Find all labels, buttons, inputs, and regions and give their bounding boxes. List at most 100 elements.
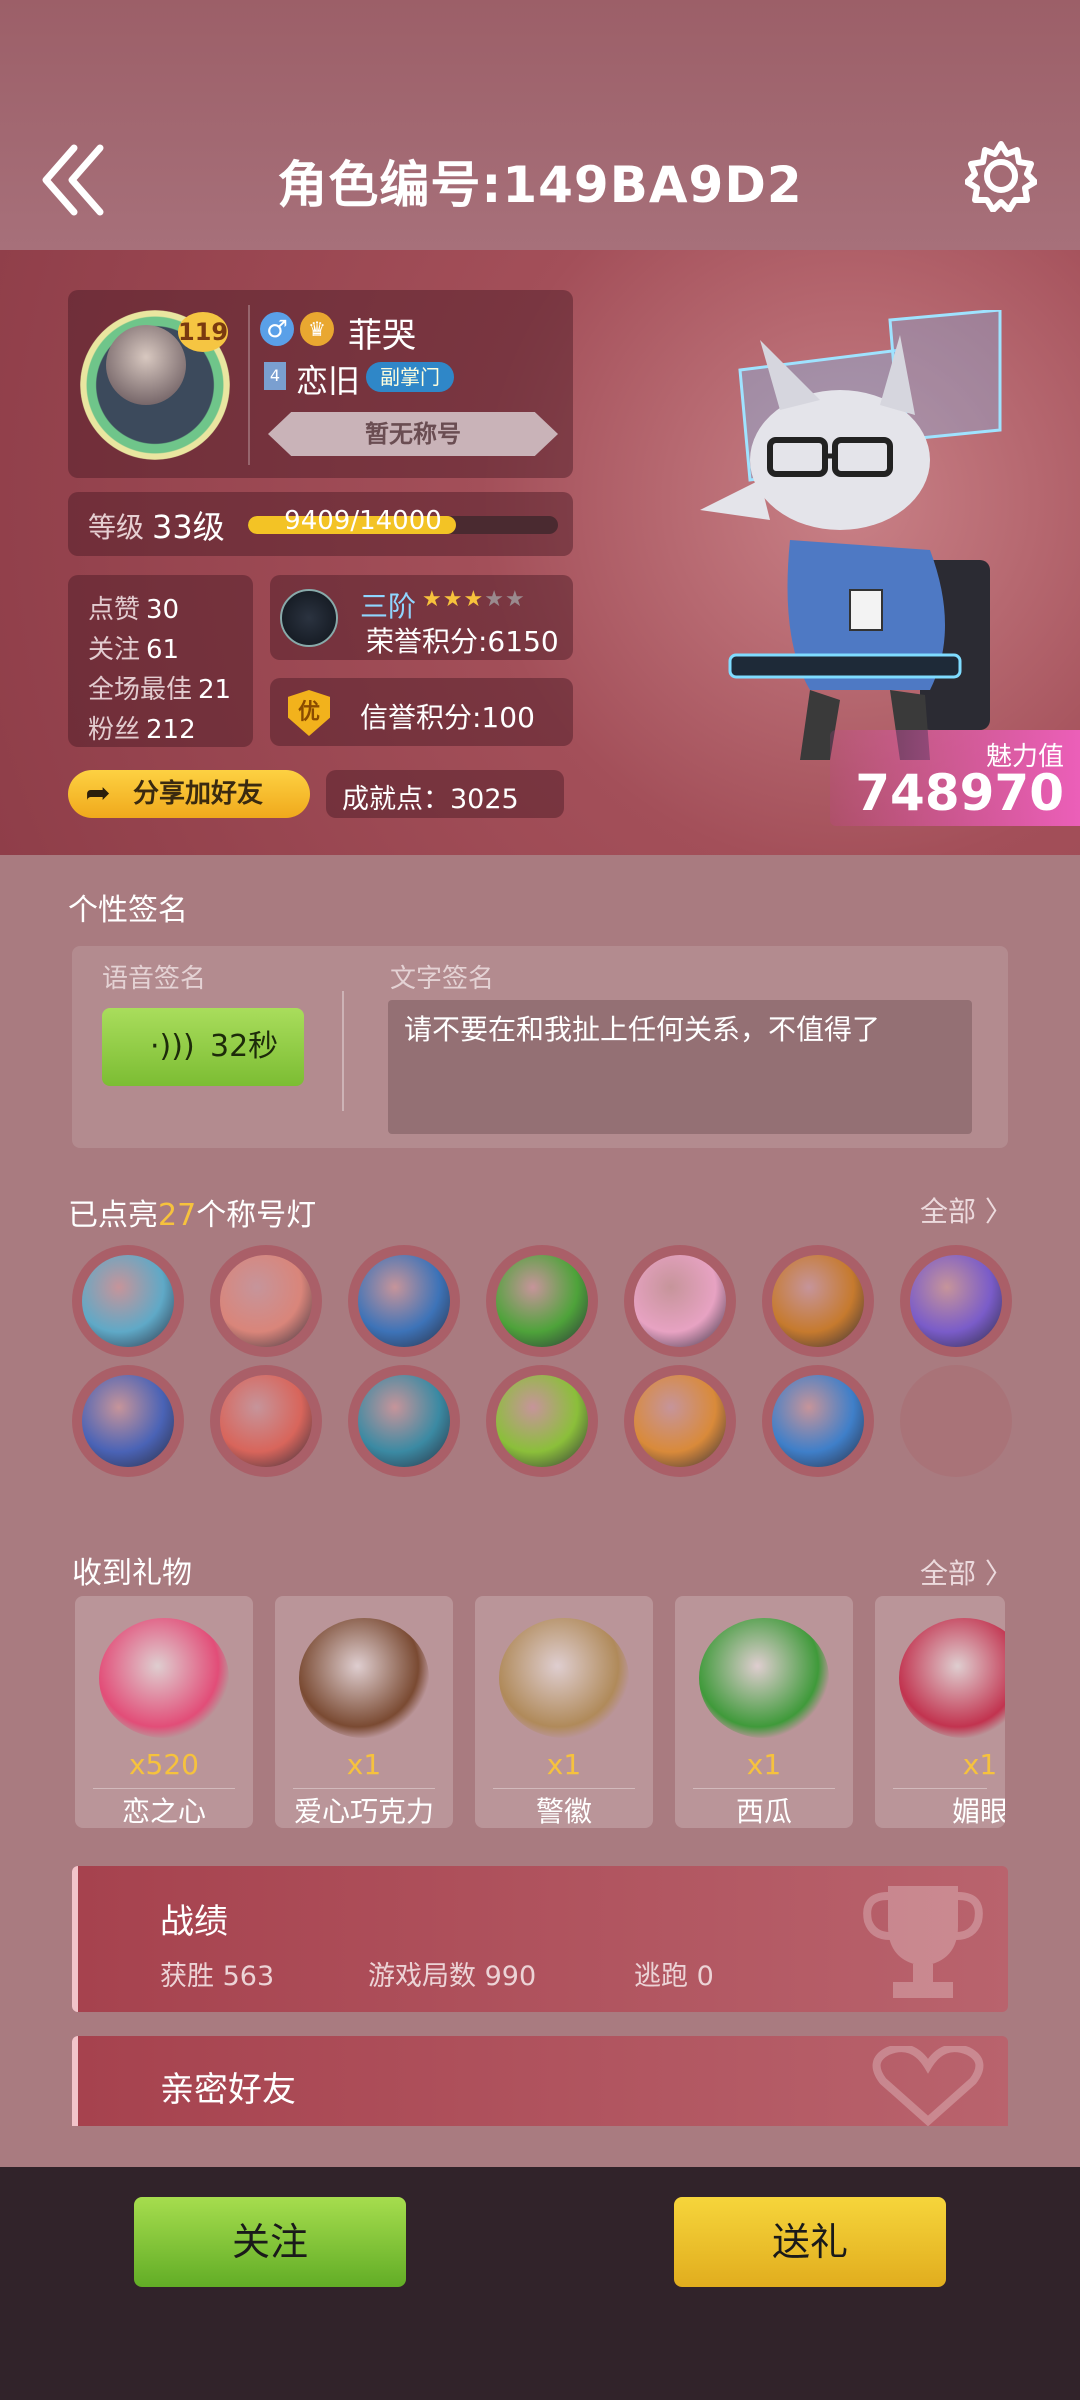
gift-count: x1 bbox=[962, 1748, 998, 1781]
bow-icon bbox=[82, 1255, 174, 1347]
title-lamp[interactable] bbox=[210, 1245, 322, 1357]
lamps-view-all-link[interactable]: 全部 〉 bbox=[920, 1190, 1013, 1230]
level-panel: 等级 33级 9409/14000 bbox=[68, 492, 573, 556]
watermelon-icon bbox=[496, 1255, 588, 1347]
star-icon: ★ bbox=[463, 587, 485, 612]
follow-button[interactable]: 关注 bbox=[134, 2197, 406, 2287]
send-gift-button[interactable]: 送礼 bbox=[674, 2197, 946, 2287]
gingerbread-icon bbox=[772, 1255, 864, 1347]
divider bbox=[342, 991, 344, 1111]
share-arrow-icon: ➦ bbox=[85, 776, 111, 811]
divider bbox=[293, 1788, 435, 1789]
title-lamp[interactable] bbox=[486, 1365, 598, 1477]
love-letter-icon bbox=[220, 1255, 312, 1347]
top-bar: 角色编号:149BA9D2 bbox=[0, 0, 1080, 250]
page-title: 角色编号:149BA9D2 bbox=[277, 156, 803, 214]
share-add-friend-button[interactable]: ➦ 分享加好友 bbox=[68, 770, 310, 818]
stat-mvp: 全场最佳 21 bbox=[88, 675, 232, 705]
title-lamp[interactable] bbox=[72, 1245, 184, 1357]
crossbow-icon bbox=[82, 1375, 174, 1467]
title-lamp[interactable] bbox=[624, 1365, 736, 1477]
credit-points: 信誉积分:100 bbox=[360, 701, 535, 734]
record-wins: 获胜 563 bbox=[160, 1961, 275, 1992]
text-signature-label: 文字签名 bbox=[390, 964, 495, 994]
gift-count: x1 bbox=[346, 1748, 382, 1781]
pink-doll-icon bbox=[634, 1255, 726, 1347]
gift-card[interactable]: x520 恋之心 bbox=[75, 1596, 253, 1828]
gift-name: 媚眼 bbox=[951, 1795, 1005, 1828]
achievement-panel: 成就点：3025 bbox=[326, 770, 564, 818]
stats-panel: 点赞 30 关注 61 全场最佳 21 粉丝 212 bbox=[68, 575, 253, 747]
battle-record-card[interactable]: 战绩 获胜 563 游戏局数 990 逃跑 0 bbox=[72, 1866, 1008, 2012]
record-escapes: 逃跑 0 bbox=[634, 1961, 714, 1992]
gift-card[interactable]: x1 西瓜 bbox=[675, 1596, 853, 1828]
title-lamp[interactable] bbox=[762, 1365, 874, 1477]
gift-card[interactable]: x1 爱心巧克力 bbox=[275, 1596, 453, 1828]
gifts-view-all-link[interactable]: 全部 〉 bbox=[920, 1552, 1013, 1592]
divider bbox=[693, 1788, 835, 1789]
guild-flag-icon: 4 bbox=[264, 362, 286, 390]
signature-card: 语音签名 ·))) 32秒 文字签名 请不要在和我扯上任何关系，不值得了 bbox=[72, 946, 1008, 1148]
rank-stars: ★★★★★ bbox=[422, 587, 526, 612]
record-title: 战绩 bbox=[160, 1902, 228, 1942]
heart-icon bbox=[872, 2046, 984, 2126]
police-badge-icon bbox=[499, 1618, 629, 1738]
gift-name: 西瓜 bbox=[735, 1795, 792, 1828]
title-lamp[interactable] bbox=[72, 1365, 184, 1477]
gear-icon[interactable] bbox=[965, 140, 1037, 212]
title-lamp[interactable] bbox=[486, 1245, 598, 1357]
gift-name: 恋之心 bbox=[121, 1795, 206, 1828]
werewolf-icon bbox=[358, 1375, 450, 1467]
divider bbox=[248, 305, 250, 465]
lightning-wolf-icon bbox=[772, 1375, 864, 1467]
purple-cards-icon bbox=[910, 1255, 1002, 1347]
achievement-points: 成就点：3025 bbox=[342, 784, 519, 815]
gift-name: 爱心巧克力 bbox=[293, 1795, 434, 1828]
voice-duration: 32秒 bbox=[210, 1029, 279, 1064]
text-signature: 请不要在和我扯上任何关系，不值得了 bbox=[388, 1000, 972, 1134]
wolf-icon bbox=[358, 1255, 450, 1347]
bottom-action-bar: 关注 送礼 bbox=[0, 2167, 1080, 2400]
divider bbox=[93, 1788, 235, 1789]
title-lamp[interactable] bbox=[762, 1245, 874, 1357]
crown-icon: ♛ bbox=[300, 312, 334, 346]
gifts-section-title: 收到礼物 bbox=[72, 1556, 192, 1591]
stat-following: 关注 61 bbox=[88, 635, 180, 665]
guild-role-badge: 副掌门 bbox=[366, 362, 454, 392]
level-badge: 119 bbox=[178, 312, 228, 352]
title-lamp[interactable] bbox=[900, 1245, 1012, 1357]
stat-fans: 粉丝 212 bbox=[88, 715, 196, 745]
watermelon-icon bbox=[699, 1618, 829, 1738]
gift-card[interactable]: x1 媚眼 bbox=[875, 1596, 1005, 1828]
star-icon: ★ bbox=[422, 587, 443, 612]
level-value: 33级 bbox=[152, 508, 225, 546]
star-icon: ★ bbox=[442, 587, 464, 612]
star-icon: ★ bbox=[484, 587, 505, 612]
avatar[interactable] bbox=[106, 325, 186, 405]
close-friends-card[interactable]: 亲密好友 bbox=[72, 2036, 1008, 2126]
title-lamp[interactable] bbox=[348, 1365, 460, 1477]
guild-name[interactable]: 恋旧 bbox=[296, 356, 360, 402]
record-games: 游戏局数 990 bbox=[368, 1961, 537, 1992]
charming-eye-icon bbox=[899, 1618, 1005, 1738]
trophy-icon bbox=[863, 1886, 983, 1998]
star-icon: ★ bbox=[504, 587, 526, 612]
crystal-heart-icon bbox=[99, 1618, 229, 1738]
broken-hand-icon bbox=[634, 1375, 726, 1467]
voice-signature-play-button[interactable]: ·))) 32秒 bbox=[102, 1008, 304, 1086]
title-lamp[interactable] bbox=[348, 1245, 460, 1357]
title-lamp[interactable] bbox=[210, 1365, 322, 1477]
divider bbox=[893, 1788, 987, 1789]
sound-wave-icon: ·))) bbox=[150, 1029, 195, 1064]
rank-panel[interactable]: 三阶 ★★★★★ 荣誉积分:6150 bbox=[270, 575, 573, 660]
credit-shield-icon: 优 bbox=[288, 690, 330, 736]
title-lamp[interactable] bbox=[624, 1245, 736, 1357]
credit-panel[interactable]: 优 信誉积分:100 bbox=[270, 678, 573, 746]
close-friends-title: 亲密好友 bbox=[160, 2070, 296, 2110]
charm-value-box[interactable]: 魅力值 748970 bbox=[830, 730, 1080, 826]
stat-likes: 点赞 30 bbox=[88, 595, 180, 625]
divider bbox=[493, 1788, 635, 1789]
title-badge[interactable]: 暂无称号 bbox=[268, 412, 558, 456]
gift-card[interactable]: x1 警徽 bbox=[475, 1596, 653, 1828]
male-gender-icon: ♂ bbox=[260, 312, 294, 346]
